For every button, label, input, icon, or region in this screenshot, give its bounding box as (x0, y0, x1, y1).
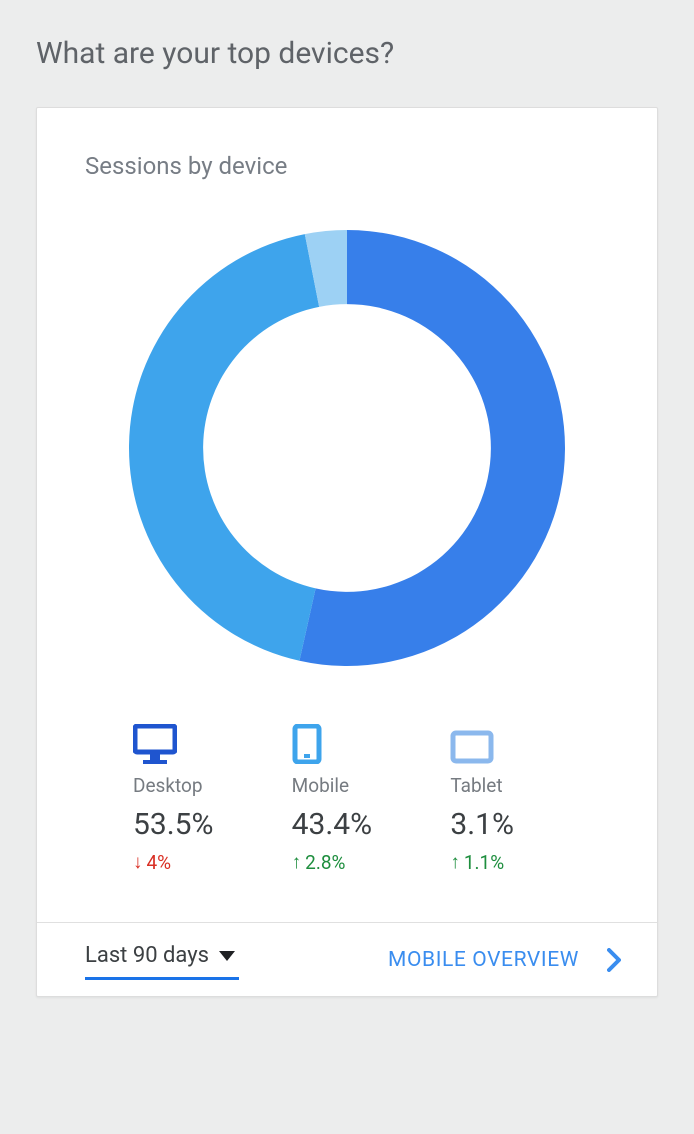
donut-chart (37, 180, 657, 724)
legend-value: 43.4% (292, 807, 372, 842)
date-range-selector[interactable]: Last 90 days (85, 943, 235, 976)
delta-text: 4% (147, 851, 172, 874)
legend-value: 53.5% (133, 807, 213, 842)
tablet-icon (450, 724, 494, 764)
date-range-label: Last 90 days (85, 943, 209, 968)
legend-item-desktop: Desktop 53.5% ↓ 4% (133, 724, 292, 874)
delta-text: 2.8% (305, 851, 345, 874)
arrow-up-icon: ↑ (292, 850, 302, 874)
legend-label: Mobile (292, 774, 349, 797)
mobile-icon (292, 724, 322, 764)
mobile-overview-link[interactable]: MOBILE OVERVIEW (388, 948, 627, 972)
chevron-down-icon (219, 951, 235, 961)
legend-item-mobile: Mobile 43.4% ↑ 2.8% (292, 724, 451, 874)
chevron-right-icon (607, 948, 621, 972)
legend-label: Desktop (133, 774, 203, 797)
legend-delta: ↓ 4% (133, 850, 171, 874)
page-title: What are your top devices? (0, 0, 694, 95)
donut-slice (129, 234, 319, 661)
legend-label: Tablet (450, 774, 502, 797)
card-title: Sessions by device (37, 108, 657, 180)
legend-item-tablet: Tablet 3.1% ↑ 1.1% (450, 724, 609, 874)
arrow-up-icon: ↑ (450, 850, 460, 874)
device-legend: Desktop 53.5% ↓ 4% Mobile 43.4% ↑ 2.8% (37, 724, 657, 922)
desktop-icon (133, 724, 177, 764)
legend-delta: ↑ 2.8% (292, 850, 346, 874)
delta-text: 1.1% (464, 851, 504, 874)
overview-link-label: MOBILE OVERVIEW (388, 948, 579, 972)
legend-delta: ↑ 1.1% (450, 850, 504, 874)
card-footer: Last 90 days MOBILE OVERVIEW (37, 922, 657, 996)
legend-value: 3.1% (450, 807, 514, 842)
sessions-by-device-card: Sessions by device Desktop 53.5% ↓ 4% (36, 107, 658, 997)
arrow-down-icon: ↓ (133, 850, 143, 874)
